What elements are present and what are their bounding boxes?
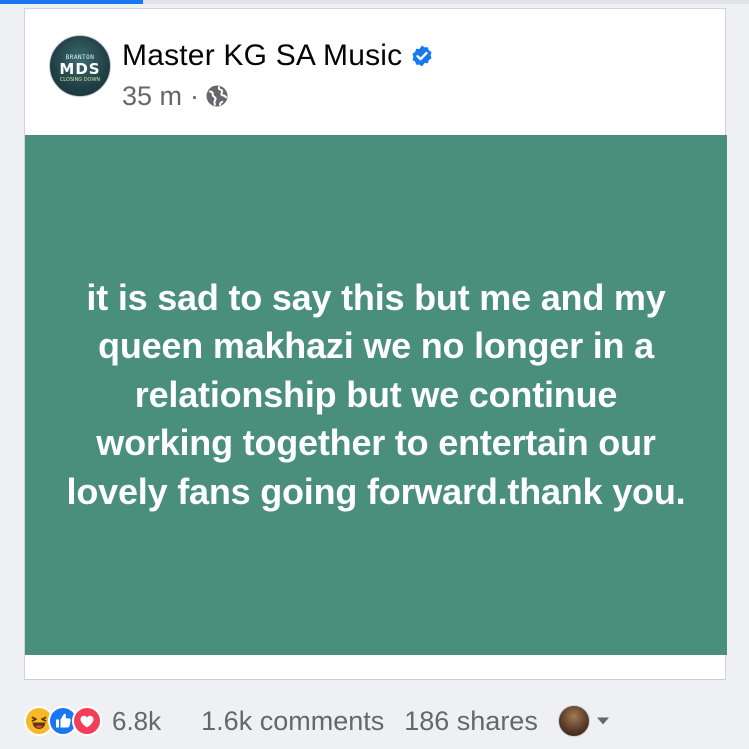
page-avatar[interactable]: BRANTON MDS CLOSING DOWN (49, 35, 111, 97)
post-background-card: it is sad to say this but me and my quee… (25, 135, 727, 655)
post-card: BRANTON MDS CLOSING DOWN Master KG SA Mu… (24, 8, 727, 680)
verified-badge-icon (412, 45, 432, 67)
post-timestamp[interactable]: 35 m (122, 81, 182, 112)
loading-progress-fill (0, 0, 143, 4)
reaction-count[interactable]: 6.8k (112, 706, 161, 737)
meta-separator: · (190, 80, 200, 111)
caret-down-icon[interactable] (596, 716, 610, 726)
avatar-logo-main-text: MDS (59, 60, 101, 78)
viewer-avatar[interactable] (557, 705, 590, 737)
post-engagement-bar: 6.8k 1.6k comments 186 shares (24, 702, 726, 740)
shares-count-link[interactable]: 186 shares (404, 706, 538, 737)
page-name-link[interactable]: Master KG SA Music (122, 39, 402, 73)
loading-progress-bar (0, 0, 749, 4)
love-icon (72, 706, 102, 736)
post-text: it is sad to say this but me and my quee… (66, 276, 686, 512)
post-meta-row: 35 m · (122, 81, 229, 111)
comments-count-link[interactable]: 1.6k comments (201, 706, 384, 737)
reaction-icons[interactable] (24, 706, 102, 736)
post-header-name-row: Master KG SA Music (122, 36, 434, 76)
globe-icon[interactable] (205, 84, 229, 108)
avatar-logo-sub-text: CLOSING DOWN (59, 77, 101, 83)
